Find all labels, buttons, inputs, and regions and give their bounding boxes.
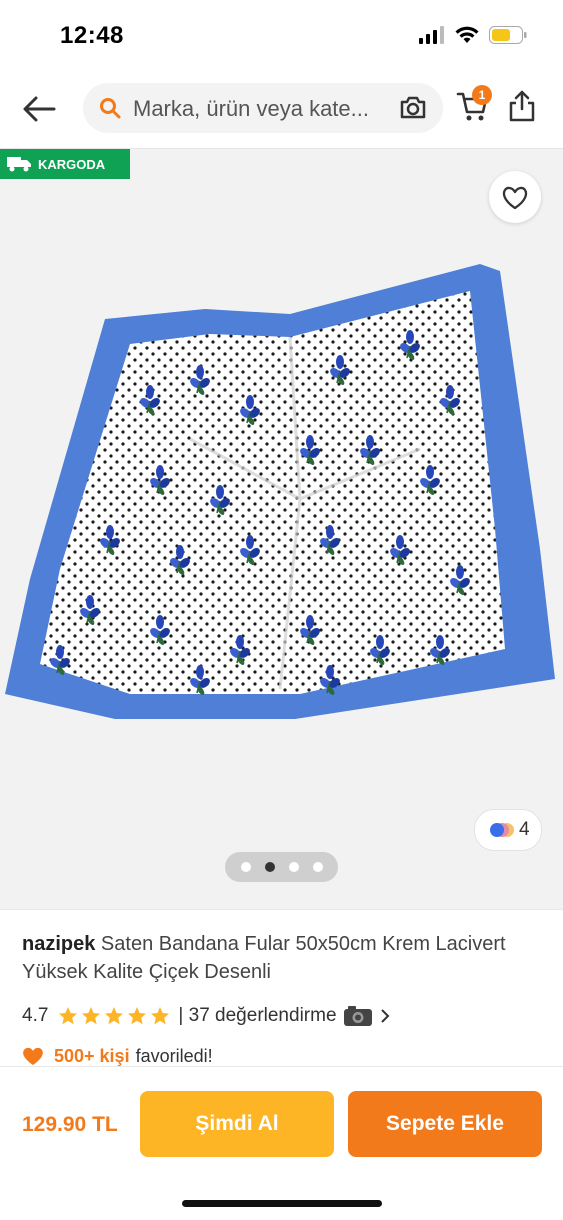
rating-row[interactable]: 4.7 | 37 değerlendirme (22, 1004, 391, 1028)
cart-badge: 1 (472, 85, 492, 105)
color-variants-chip[interactable]: 4 (474, 809, 542, 851)
share-icon (509, 90, 535, 122)
rating-value: 4.7 (22, 1005, 49, 1026)
star-icon (128, 1007, 147, 1025)
favorites-text: favoriledi! (135, 1045, 213, 1066)
battery-icon (489, 26, 527, 44)
star-icon (59, 1007, 78, 1025)
cellular-signal-icon (419, 26, 444, 44)
star-icon (105, 1007, 124, 1025)
arrow-left-icon (23, 96, 56, 122)
heart-filled-icon (23, 1047, 43, 1065)
status-icons (419, 26, 527, 44)
price: 129.90 TL (22, 1113, 118, 1136)
camera-icon[interactable] (399, 95, 427, 121)
heart-outline-icon (502, 186, 528, 210)
chevron-right-icon (380, 1009, 389, 1023)
pager-dot-3[interactable] (289, 862, 299, 872)
back-button[interactable] (20, 89, 60, 129)
product-gallery[interactable]: KARGODA 4 (0, 149, 563, 909)
home-indicator[interactable] (182, 1200, 382, 1207)
favorites-count: 500+ kişi (54, 1045, 130, 1066)
product-name: Saten Bandana Fular 50x50cm Krem Laciver… (22, 933, 506, 983)
search-input[interactable] (131, 83, 403, 135)
favorite-button[interactable] (489, 171, 541, 223)
star-icon (151, 1007, 170, 1025)
image-pager[interactable] (225, 852, 338, 882)
shipping-badge: KARGODA (0, 149, 130, 179)
product-image[interactable] (0, 249, 563, 769)
wifi-icon (455, 26, 479, 43)
pager-dot-2[interactable] (265, 862, 275, 872)
color-swatches-icon (490, 823, 514, 837)
camera-photo-icon (343, 1006, 372, 1026)
status-bar: 12:48 (0, 0, 563, 75)
brand-name[interactable]: nazipek (22, 933, 95, 955)
favorites-row: 500+ kişi favoriledi! (22, 1044, 213, 1068)
search-icon (100, 98, 121, 119)
status-time: 12:48 (60, 22, 124, 49)
truck-icon (7, 157, 31, 172)
product-title: nazipek Saten Bandana Fular 50x50cm Krem… (22, 930, 542, 986)
buy-now-button[interactable]: Şimdi Al (140, 1091, 334, 1157)
color-variants-count: 4 (519, 819, 530, 840)
pager-dot-4[interactable] (313, 862, 323, 872)
star-icon (82, 1007, 101, 1025)
pager-dot-1[interactable] (241, 862, 251, 872)
rating-stars (58, 1006, 170, 1026)
reviews-count[interactable]: | 37 değerlendirme (178, 1005, 336, 1027)
add-to-cart-button[interactable]: Sepete Ekle (348, 1091, 542, 1157)
search-bar[interactable] (83, 83, 443, 135)
bottom-action-bar: 129.90 TL Şimdi Al Sepete Ekle (0, 1066, 563, 1220)
shipping-badge-label: KARGODA (38, 157, 106, 172)
share-button[interactable] (508, 89, 538, 129)
product-info: nazipek Saten Bandana Fular 50x50cm Krem… (0, 909, 563, 1070)
top-nav: 1 (0, 75, 563, 145)
